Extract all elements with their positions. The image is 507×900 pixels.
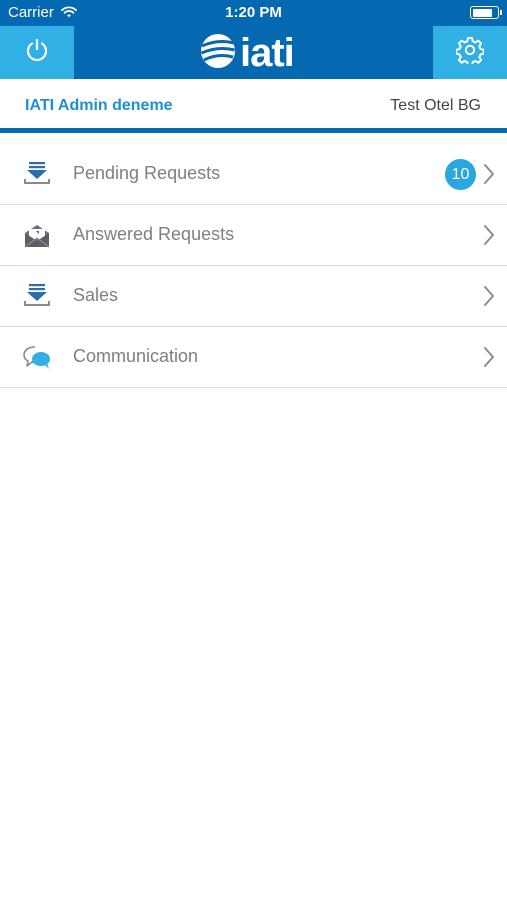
power-button[interactable]	[0, 26, 74, 79]
status-time: 1:20 PM	[225, 4, 282, 21]
menu-item-sales[interactable]: Sales	[0, 266, 507, 327]
power-icon	[24, 37, 50, 68]
account-row: IATI Admin deneme Test Otel BG	[0, 79, 507, 128]
status-bar: Carrier 1:20 PM	[0, 0, 507, 26]
menu-item-communication[interactable]: Communication	[0, 327, 507, 388]
menu-item-label: Pending Requests	[73, 163, 221, 183]
menu-item-label: Sales	[73, 285, 119, 305]
app-header: Carrier 1:20 PM iati	[0, 0, 507, 79]
menu-item-answered-requests[interactable]: Answered Requests	[0, 205, 507, 266]
pending-count-badge: 10	[445, 159, 476, 190]
menu-item-label: Answered Requests	[73, 224, 235, 244]
chevron-right-icon	[483, 224, 495, 246]
iati-logo: iati	[200, 31, 295, 75]
account-hotel-name: Test Otel BG	[390, 97, 481, 114]
account-user-name: IATI Admin deneme	[25, 97, 173, 114]
menu-item-label: Communication	[73, 346, 199, 366]
chevron-right-icon	[483, 346, 495, 368]
chevron-right-icon	[483, 285, 495, 307]
globe-logo-icon	[200, 33, 236, 74]
download-tray-icon	[22, 283, 52, 311]
download-tray-icon	[22, 161, 52, 189]
chat-bubbles-icon	[22, 344, 52, 372]
account-divider	[0, 128, 507, 133]
logo-text: iati	[240, 31, 295, 75]
battery-fill	[472, 8, 492, 17]
main-menu: Pending Requests 10 Answered Requests Sa…	[0, 144, 507, 388]
menu-item-pending-requests[interactable]: Pending Requests 10	[0, 144, 507, 205]
battery-icon	[470, 6, 502, 19]
gear-icon	[455, 36, 485, 69]
settings-button[interactable]	[433, 26, 507, 79]
chevron-right-icon	[483, 163, 495, 185]
envelope-open-icon	[22, 222, 52, 250]
